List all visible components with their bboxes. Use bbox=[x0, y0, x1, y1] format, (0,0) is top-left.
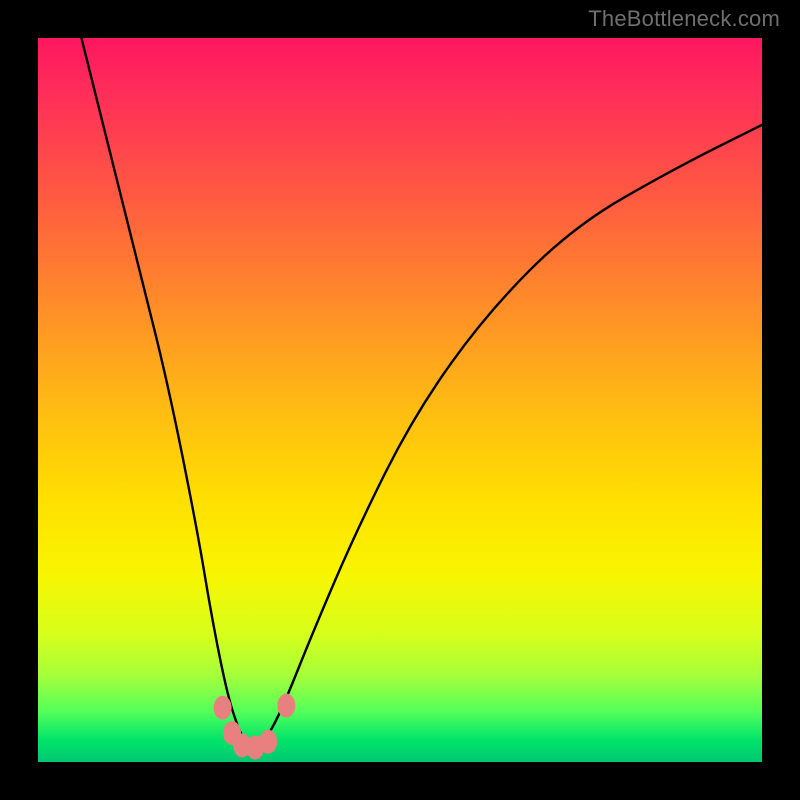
curve-svg bbox=[38, 38, 762, 762]
bump-left-upper bbox=[214, 696, 232, 720]
marker-group bbox=[214, 694, 296, 760]
watermark-text: TheBottleneck.com bbox=[588, 6, 780, 32]
bump-right bbox=[277, 694, 295, 718]
bottleneck-curve bbox=[81, 38, 762, 748]
bump-bottom-3 bbox=[259, 730, 277, 754]
chart-frame: TheBottleneck.com bbox=[0, 0, 800, 800]
plot-area bbox=[38, 38, 762, 762]
